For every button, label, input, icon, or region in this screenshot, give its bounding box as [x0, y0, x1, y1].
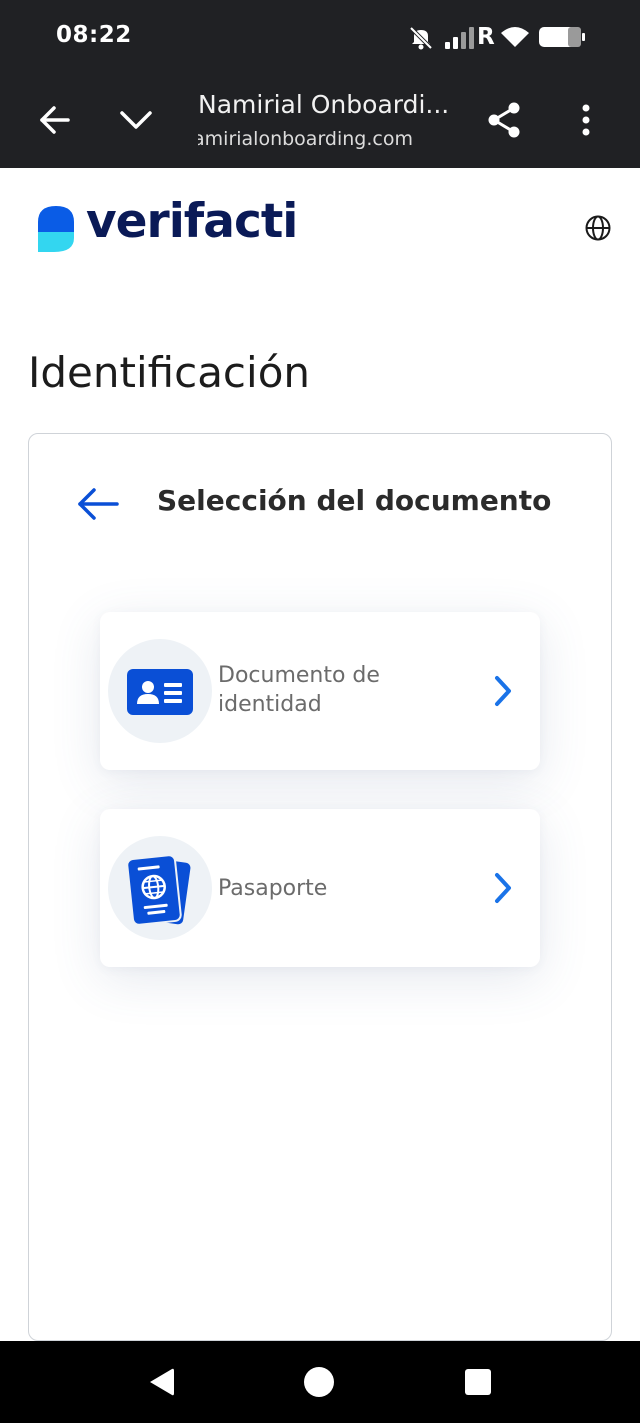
brand-name: verifacti: [86, 194, 298, 249]
id-card-icon: [127, 669, 193, 715]
more-vert-icon[interactable]: [562, 96, 610, 144]
document-selection-card: Selección del documento Documento de ide…: [28, 433, 612, 1341]
signal-icon: [445, 27, 474, 49]
nav-home-icon[interactable]: [303, 1366, 335, 1398]
wifi-icon: [501, 27, 529, 47]
option-label: Documento de identidad: [218, 663, 380, 717]
browser-page-title[interactable]: Namirial Onboardi...: [198, 90, 449, 119]
nav-recents-icon[interactable]: [462, 1366, 494, 1398]
chevron-right-icon: [492, 674, 514, 708]
option-label: Pasaporte: [218, 876, 328, 901]
browser-url[interactable]: namirialonboarding.com: [198, 128, 413, 150]
chevron-right-icon: [492, 871, 514, 905]
page-title: Identificación: [28, 348, 311, 397]
chevron-down-icon[interactable]: [112, 96, 160, 144]
system-navigation-bar: [0, 1341, 640, 1423]
brand-logo: verifacti: [34, 194, 298, 258]
icon-circle: [108, 836, 212, 940]
passport-icon: [126, 854, 193, 927]
option-identity-document[interactable]: Documento de identidad: [100, 612, 540, 770]
icon-circle: [108, 639, 212, 743]
network-type-label: R: [477, 24, 495, 50]
battery-icon: [539, 27, 585, 47]
share-icon[interactable]: [480, 96, 528, 144]
logo-mark-icon: [38, 206, 74, 252]
status-bar: 08:22 R: [0, 0, 640, 72]
back-arrow-icon[interactable]: [75, 484, 121, 524]
status-time: 08:22: [56, 22, 132, 48]
option-passport[interactable]: Pasaporte: [100, 809, 540, 967]
browser-toolbar: Namirial Onboardi... namirialonboarding.…: [0, 72, 640, 168]
nav-back-icon[interactable]: [146, 1366, 178, 1398]
back-arrow-icon[interactable]: [30, 96, 78, 144]
mute-icon: [409, 26, 433, 50]
section-title: Selección del documento: [157, 484, 552, 517]
globe-icon[interactable]: [584, 214, 612, 242]
